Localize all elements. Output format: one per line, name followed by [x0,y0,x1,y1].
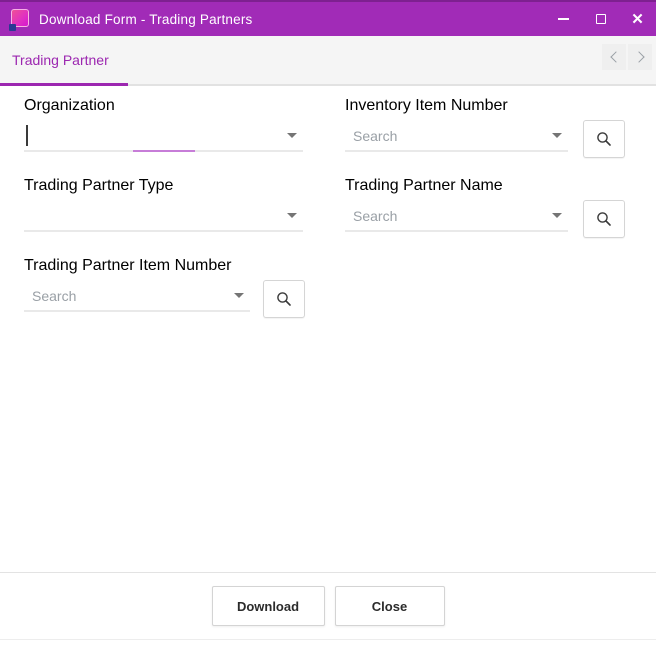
trading-partner-name-combobox[interactable] [345,202,568,232]
organization-label: Organization [24,97,115,114]
chevron-left-icon [609,51,622,63]
search-icon [597,132,611,146]
trading-partner-type-input[interactable] [24,204,279,228]
search-icon [277,292,291,306]
close-icon: ✕ [631,10,644,28]
close-button[interactable]: ✕ [619,2,656,36]
field-underline [345,230,568,232]
tab-trading-partner[interactable]: Trading Partner [0,36,123,84]
chevron-down-icon[interactable] [287,133,297,138]
chevron-right-icon [632,51,645,63]
trading-partner-item-number-input[interactable] [24,284,226,308]
minimize-button[interactable] [545,2,582,36]
tab-label: Trading Partner [12,52,109,68]
trading-partner-name-label: Trading Partner Name [345,177,503,194]
chevron-down-icon[interactable] [552,213,562,218]
tab-scroll-prev-button[interactable] [602,44,626,70]
trading-partner-name-input[interactable] [345,204,544,228]
field-underline [24,230,303,232]
inventory-item-number-input[interactable] [345,124,544,148]
close-dialog-button[interactable]: Close [334,586,445,626]
status-strip [0,639,656,662]
inventory-item-number-label: Inventory Item Number [345,97,508,114]
trading-partner-item-number-search-button[interactable] [263,280,305,318]
window-title: Download Form - Trading Partners [39,11,253,27]
tab-scroll-nav [602,44,654,70]
search-icon [597,212,611,226]
field-underline [345,150,568,152]
trading-partner-item-number-combobox[interactable] [24,282,250,312]
inventory-item-number-search-button[interactable] [583,120,625,158]
text-cursor [26,125,28,146]
chevron-down-icon[interactable] [552,133,562,138]
chevron-down-icon[interactable] [287,213,297,218]
trading-partner-type-combobox[interactable] [24,202,303,232]
chevron-down-icon[interactable] [234,293,244,298]
tab-scroll-next-button[interactable] [628,44,652,70]
tab-bar: Trading Partner [0,36,656,86]
focus-underline [132,149,195,152]
app-logo-icon [9,8,30,31]
maximize-icon [595,14,606,24]
minimize-icon [558,18,569,20]
trading-partner-item-number-label: Trading Partner Item Number [24,257,232,274]
trading-partner-name-search-button[interactable] [583,200,625,238]
organization-combobox[interactable] [24,122,303,152]
footer-action-bar: Download Close [0,572,656,639]
window-controls: ✕ [545,2,656,36]
field-underline [24,310,250,312]
download-button[interactable]: Download [211,586,325,626]
form-content: Organization Inventory Item Number Tradi… [0,86,656,572]
inventory-item-number-combobox[interactable] [345,122,568,152]
titlebar[interactable]: Download Form - Trading Partners ✕ [0,0,656,36]
maximize-button[interactable] [582,2,619,36]
organization-input[interactable] [24,124,279,148]
dialog-window: Download Form - Trading Partners ✕ Tradi… [0,0,656,662]
trading-partner-type-label: Trading Partner Type [24,177,174,194]
